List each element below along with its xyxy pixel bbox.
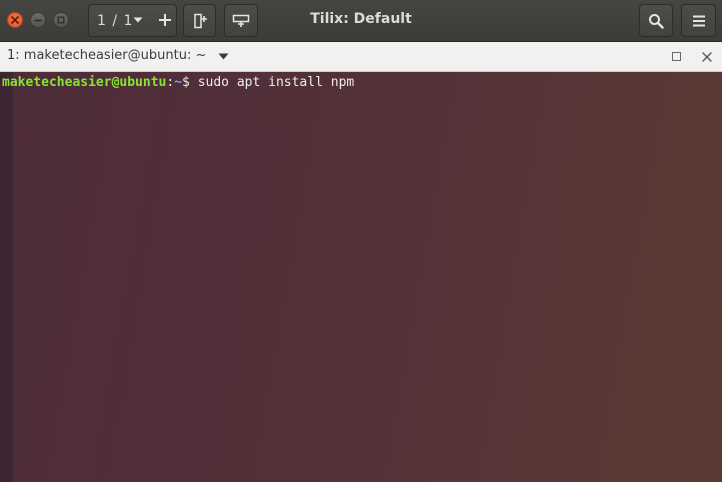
window-title: Tilix: Default (310, 11, 412, 27)
menu-button[interactable] (681, 4, 716, 37)
tilix-window: 1 / 1 Tilix: Default 1: maketecheasier@u… (0, 0, 722, 482)
terminal-close-icon[interactable] (700, 50, 714, 64)
prompt-symbol: $ (182, 75, 198, 90)
terminal-title[interactable]: 1: maketecheasier@ubuntu: ~ (7, 48, 206, 63)
terminal-maximize-button[interactable] (672, 52, 681, 61)
chevron-down-icon[interactable] (218, 53, 229, 61)
search-icon (649, 13, 664, 29)
hamburger-menu-icon (692, 15, 705, 26)
header-bar: 1 / 1 Tilix: Default (0, 0, 722, 42)
prompt-path: ~ (174, 75, 183, 90)
terminal-line: maketecheasier@ubuntu:~$ sudo apt instal… (2, 74, 354, 91)
terminal-margin (0, 72, 13, 482)
terminal-title-bar: 1: maketecheasier@ubuntu: ~ (0, 42, 722, 72)
prompt-user: maketecheasier@ubuntu (2, 75, 167, 90)
terminal-command: sudo apt install npm (197, 75, 355, 90)
search-button[interactable] (639, 4, 673, 37)
terminal-area[interactable]: maketecheasier@ubuntu:~$ sudo apt instal… (0, 72, 722, 482)
